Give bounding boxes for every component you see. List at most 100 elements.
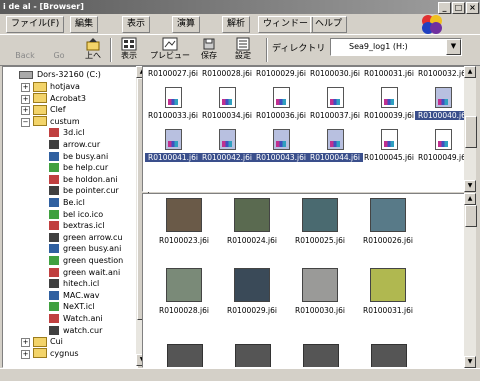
tree-file-item[interactable]: MAC.wav: [49, 290, 100, 301]
up-button[interactable]: 上へ: [78, 37, 108, 63]
file-item[interactable]: R0100045.j6i: [361, 129, 417, 169]
back-button[interactable]: Back: [10, 37, 40, 63]
photo-thumbnail: [166, 268, 202, 302]
app-logo-icon: [422, 15, 442, 34]
tree-file-item[interactable]: be help.cur: [49, 162, 108, 173]
menu-operation[interactable]: 演算: [172, 16, 201, 33]
tree-folder-item[interactable]: cygnus: [33, 348, 79, 359]
scroll-up-button[interactable]: ▲: [464, 193, 476, 205]
file-item[interactable]: R0100039.j6i: [361, 87, 417, 127]
tree-folder-item[interactable]: Clef: [33, 104, 66, 115]
tree-file-item[interactable]: be busy.ani: [49, 151, 108, 162]
chevron-down-icon[interactable]: ▼: [446, 39, 461, 55]
expand-toggle[interactable]: +: [21, 349, 30, 359]
tree-file-item[interactable]: green arrow.cu: [49, 232, 123, 243]
file-item[interactable]: R0100049.j6i: [415, 129, 465, 169]
photo-thumbnail[interactable]: [235, 344, 271, 367]
tree-file-item[interactable]: 3d.icl: [49, 127, 85, 138]
photo-thumbnail[interactable]: [303, 344, 339, 367]
tree-folder-item[interactable]: Acrobat3: [33, 93, 86, 104]
save-button[interactable]: 保存: [194, 37, 224, 63]
photo-thumbnail[interactable]: [167, 344, 203, 367]
thumbnail-scrollbar[interactable]: ▲ ▼: [464, 193, 477, 368]
file-icon: [49, 151, 59, 161]
expand-toggle[interactable]: −: [21, 117, 30, 127]
file-item[interactable]: R0100031.j6i: [361, 67, 417, 85]
file-item[interactable]: R0100043.j6i: [253, 129, 309, 169]
photo-thumbnail: [370, 268, 406, 302]
tree-file-item[interactable]: green wait.ani: [49, 267, 120, 278]
tree-folder-item[interactable]: Cui: [33, 336, 63, 347]
tree-file-item[interactable]: Be.icl: [49, 197, 85, 208]
folder-icon: [33, 336, 47, 347]
file-item[interactable]: R0100044.j6i: [307, 129, 363, 169]
directory-select[interactable]: Sea9_log1 (H:) ▼: [330, 38, 462, 56]
thumbnail-item[interactable]: R0100028.j6i: [155, 268, 213, 326]
thumbnail-item[interactable]: R0100024.j6i: [223, 198, 281, 256]
maximize-button[interactable]: □: [452, 2, 465, 14]
file-item[interactable]: R0100028.j6i: [199, 67, 255, 85]
tree-file-item[interactable]: green question: [49, 255, 123, 266]
scroll-down-button[interactable]: ▼: [464, 356, 476, 368]
menu-view[interactable]: 表示: [122, 16, 151, 33]
view-button[interactable]: 表示: [114, 37, 144, 63]
file-item[interactable]: R0100034.j6i: [199, 87, 255, 127]
tree-root[interactable]: Dors-32160 (C:): [19, 69, 101, 80]
menu-edit[interactable]: 編集: [70, 16, 99, 33]
directory-label: ディレクトリ: [272, 44, 326, 54]
tree-file-item[interactable]: hitech.icl: [49, 278, 99, 289]
expand-toggle[interactable]: +: [21, 106, 30, 116]
thumbnail-item[interactable]: R0100031.j6i: [359, 268, 417, 326]
scroll-thumb[interactable]: [465, 205, 477, 227]
scroll-thumb[interactable]: [465, 116, 477, 148]
expand-toggle[interactable]: +: [21, 83, 30, 92]
scroll-down-button[interactable]: ▼: [464, 180, 476, 192]
file-item[interactable]: R0100036.j6i: [253, 87, 309, 127]
tree-file-item[interactable]: bel ico.ico: [49, 209, 103, 220]
file-item[interactable]: R0100040.j6i: [415, 87, 465, 127]
file-item[interactable]: R0100029.j6i: [253, 67, 309, 85]
settings-icon: [236, 37, 250, 51]
file-icon: [49, 209, 59, 219]
tree-folder-item[interactable]: custum: [33, 116, 80, 127]
tree-file-item[interactable]: Watch.ani: [49, 313, 103, 324]
expand-toggle[interactable]: +: [21, 94, 30, 104]
thumbnail-view: R0100023.j6i R0100024.j6i R0100025.j6i R010…: [142, 193, 466, 368]
tree-file-item[interactable]: bextras.icl: [49, 220, 104, 231]
file-item[interactable]: R0100041.j6i: [145, 129, 201, 169]
file-item[interactable]: R0100042.j6i: [199, 129, 255, 169]
tree-file-item[interactable]: be pointer.cur: [49, 185, 119, 196]
menu-window[interactable]: ウィンドー: [258, 16, 314, 33]
tree-file-item[interactable]: be holdon.ani: [49, 174, 118, 185]
photo-thumbnail[interactable]: [371, 344, 407, 367]
thumbnail-item[interactable]: R0100029.j6i: [223, 268, 281, 326]
file-list-scrollbar[interactable]: ▲ ▼: [464, 66, 477, 192]
file-icon: [49, 198, 59, 207]
menu-help[interactable]: ヘルプ: [310, 16, 348, 33]
preview-button[interactable]: プレビュー: [150, 37, 190, 63]
tree-file-item[interactable]: watch.cur: [49, 325, 102, 336]
thumbnail-item[interactable]: R0100023.j6i: [155, 198, 213, 256]
tree-file-item[interactable]: arrow.cur: [49, 139, 100, 150]
go-button[interactable]: Go: [44, 37, 74, 63]
file-item[interactable]: R0100030.j6i: [307, 67, 363, 85]
tree-folder-item[interactable]: hotjava: [33, 81, 80, 92]
scroll-up-button[interactable]: ▲: [464, 66, 476, 78]
file-item[interactable]: R0100027.j6i: [145, 67, 201, 85]
file-item[interactable]: R0100033.j6i: [145, 87, 201, 127]
file-item[interactable]: R0100032.j6i: [415, 67, 465, 85]
image-file-icon: [434, 129, 452, 150]
file-item[interactable]: R0100037.j6i: [307, 87, 363, 127]
photo-thumbnail: [166, 198, 202, 232]
image-file-icon: [218, 129, 236, 150]
thumbnail-item[interactable]: R0100025.j6i: [291, 198, 349, 256]
close-button[interactable]: ×: [466, 2, 479, 14]
settings-button[interactable]: 設定: [228, 37, 258, 63]
menu-file[interactable]: ファイル(F): [6, 16, 65, 33]
tree-file-item[interactable]: NeXT.icl: [49, 301, 95, 312]
expand-toggle[interactable]: +: [21, 338, 30, 348]
thumbnail-item[interactable]: R0100030.j6i: [291, 268, 349, 326]
thumbnail-item[interactable]: R0100026.j6i: [359, 198, 417, 256]
tree-file-item[interactable]: green busy.ani: [49, 243, 121, 254]
menu-analysis[interactable]: 解析: [222, 16, 251, 33]
